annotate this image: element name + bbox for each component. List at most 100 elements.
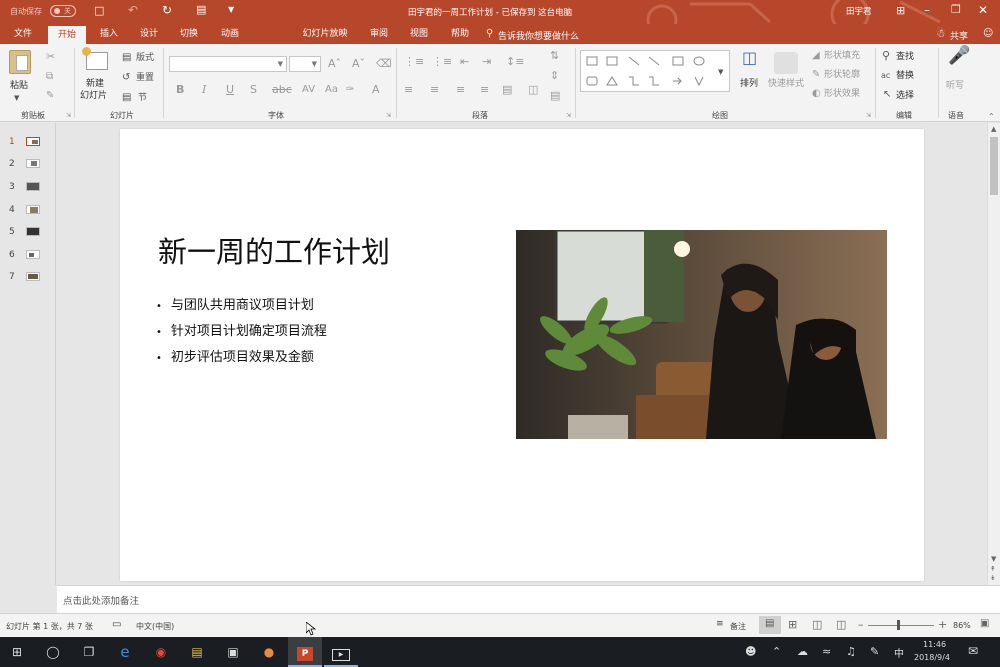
text-direction-icon[interactable]: ⇅	[550, 50, 559, 62]
tab-transitions[interactable]: 切换	[172, 24, 206, 44]
zoom-slider[interactable]	[868, 625, 934, 626]
customize-qat-icon[interactable]: ▼	[228, 5, 234, 14]
notifications-icon[interactable]: ✉	[968, 644, 978, 658]
ribbon-display-icon[interactable]: ⊞	[896, 4, 905, 17]
layout-button[interactable]: 版式	[136, 52, 154, 64]
scrollbar-thumb[interactable]	[990, 137, 998, 195]
shapes-more-icon[interactable]: ▼	[718, 68, 723, 76]
italic-icon[interactable]: I	[202, 84, 206, 96]
tab-help[interactable]: 帮助	[443, 24, 477, 44]
tab-home[interactable]: 开始	[48, 26, 86, 44]
change-case-icon[interactable]: Aa	[325, 84, 338, 96]
normal-view-button[interactable]: ▤	[759, 616, 781, 634]
slideshow-icon[interactable]: ◫	[836, 618, 846, 631]
thumbnail-item[interactable]: 2	[0, 155, 56, 175]
redo-icon[interactable]: ↻	[162, 3, 172, 17]
tab-view[interactable]: 视图	[402, 24, 436, 44]
minimize-icon[interactable]: –	[924, 3, 930, 17]
feedback-icon[interactable]: ☺	[983, 28, 993, 39]
zoom-level[interactable]: 86%	[953, 621, 971, 630]
reading-view-icon[interactable]: ◫	[812, 618, 822, 631]
thumbnail-item[interactable]: 7	[0, 268, 56, 288]
clipboard-launcher-icon[interactable]: ⇲	[66, 112, 71, 119]
shape-effects-button[interactable]: 形状效果	[824, 88, 860, 100]
font-name-combobox[interactable]: ▼	[169, 56, 287, 72]
scroll-up-icon[interactable]: ▲	[991, 125, 996, 133]
slide-sorter-icon[interactable]: ⊞	[788, 618, 797, 631]
thumbnail-image[interactable]	[26, 250, 40, 259]
zoom-in-icon[interactable]: +	[938, 618, 947, 631]
spellcheck-icon[interactable]: ▭	[112, 619, 121, 630]
paste-button[interactable]: 粘贴	[10, 80, 28, 92]
vertical-scrollbar[interactable]: ▲ ▼ ↟ ↡	[987, 123, 1000, 585]
notes-pane[interactable]: 点击此处添加备注	[57, 585, 1000, 613]
replace-button[interactable]: 替换	[896, 70, 914, 82]
paste-icon[interactable]	[9, 50, 31, 74]
thumbnail-image[interactable]	[26, 205, 40, 214]
format-painter-icon[interactable]: ✎	[46, 90, 54, 102]
share-button[interactable]: 共享	[950, 29, 968, 42]
windows-start-icon[interactable]: ⊞	[0, 637, 34, 667]
slide-canvas[interactable]: 新一周的工作计划 • 与团队共用商议项目计划 • 针对项目计划确定项目流程 • 初步评…	[120, 129, 924, 581]
user-name[interactable]: 田宇君	[846, 5, 872, 17]
columns-icon[interactable]: ◫	[528, 84, 538, 96]
cut-icon[interactable]: ✂	[46, 51, 55, 63]
tab-review[interactable]: 审阅	[362, 24, 396, 44]
decrease-indent-icon[interactable]: ⇤	[460, 56, 469, 68]
save-icon[interactable]: □	[94, 4, 104, 17]
align-center-icon[interactable]: ≡	[430, 84, 439, 96]
thumbnail-image[interactable]	[26, 272, 40, 281]
bold-icon[interactable]: B	[176, 84, 184, 96]
maximize-icon[interactable]: ❐	[951, 3, 961, 16]
new-slide-button[interactable]: 新建	[86, 78, 104, 90]
drawing-launcher-icon[interactable]: ⇲	[866, 112, 871, 119]
dictate-button[interactable]: 听写	[946, 80, 964, 92]
scroll-down-icon[interactable]: ▼	[991, 555, 996, 563]
numbering-icon[interactable]: ⋮≡	[432, 56, 452, 68]
next-slide-icon[interactable]: ↡	[990, 574, 996, 582]
thumbnail-item[interactable]: 3	[0, 178, 56, 198]
slide-bullet-list[interactable]: • 与团队共用商议项目计划 • 针对项目计划确定项目流程 • 初步评估项目效果及金额	[156, 293, 327, 371]
fit-to-window-icon[interactable]: ▣	[980, 618, 989, 629]
screen-recorder-icon[interactable]: ▶	[324, 637, 358, 667]
ime-indicator[interactable]: 中	[894, 645, 904, 660]
copy-icon[interactable]: ⧉	[46, 71, 53, 83]
shape-fill-button[interactable]: 形状填充	[824, 50, 860, 62]
notes-toggle-button[interactable]: 备注	[730, 621, 746, 632]
increase-indent-icon[interactable]: ⇥	[482, 56, 491, 68]
align-text-icon[interactable]: ⇕	[550, 70, 559, 82]
select-button[interactable]: 选择	[896, 90, 914, 102]
bullets-icon[interactable]: ⋮≡	[404, 56, 424, 68]
underline-icon[interactable]: U	[226, 84, 234, 96]
clear-format-icon[interactable]: ⌫	[376, 58, 392, 70]
file-explorer-icon[interactable]: ▤	[180, 637, 214, 667]
action-arrow-icon[interactable]: ⌃	[772, 645, 781, 658]
powerpoint-taskbar-icon[interactable]: P	[288, 637, 322, 667]
clock-date[interactable]: 2018/9/4	[914, 653, 950, 662]
thumbnail-image[interactable]	[26, 137, 40, 146]
slide-photo[interactable]	[516, 230, 887, 439]
paragraph-launcher-icon[interactable]: ⇲	[566, 112, 571, 119]
maps-icon[interactable]: ●	[252, 637, 286, 667]
tab-design[interactable]: 设计	[132, 24, 166, 44]
thumbnail-image[interactable]	[26, 159, 40, 168]
cortana-icon[interactable]: ◯	[36, 637, 70, 667]
onedrive-icon[interactable]: ☁	[797, 645, 808, 658]
section-button[interactable]: 节	[138, 92, 147, 104]
notes-placeholder[interactable]: 点击此处添加备注	[63, 593, 139, 607]
task-view-icon[interactable]: ❐	[72, 637, 106, 667]
reset-button[interactable]: 重置	[136, 72, 154, 84]
thumbnail-item[interactable]: 4	[0, 201, 56, 221]
weibo-icon[interactable]: ◉	[144, 637, 178, 667]
quick-styles-button[interactable]: 快速样式	[768, 78, 804, 90]
wifi-icon[interactable]: ≈	[822, 645, 831, 658]
tab-animations[interactable]: 动画	[213, 24, 247, 44]
increase-font-icon[interactable]: Aˆ	[328, 58, 341, 70]
font-size-combobox[interactable]: ▼	[289, 56, 321, 72]
highlight-icon[interactable]: ✑	[346, 84, 354, 96]
tell-me-search[interactable]: 告诉我你想要做什么	[498, 29, 579, 42]
arrange-button[interactable]: 排列	[740, 78, 758, 90]
clock-time[interactable]: 11:46	[923, 640, 946, 649]
thumbnail-item[interactable]: 1	[0, 133, 56, 153]
close-icon[interactable]: ✕	[978, 3, 988, 17]
